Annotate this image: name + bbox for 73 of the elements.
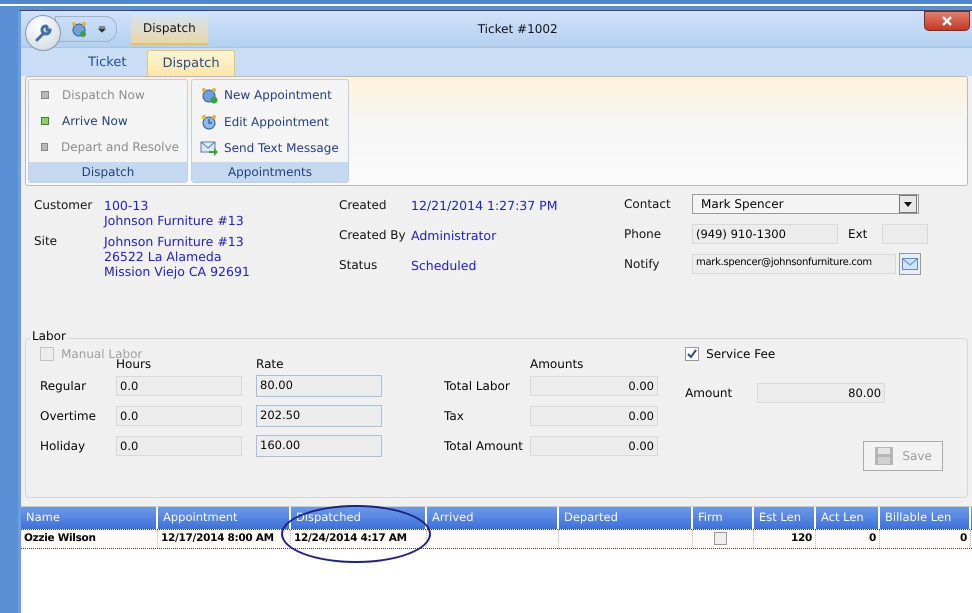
ribbon-tab[interactable]: Ticket xyxy=(73,49,142,76)
ribbon-button[interactable]: Send Text Message xyxy=(224,140,339,156)
field-label: Phone xyxy=(624,227,662,241)
table-cell: 120 xyxy=(754,530,816,548)
table-cell: 0 xyxy=(816,530,880,548)
total-field[interactable]: 0.00 xyxy=(530,436,658,456)
application-menu-button[interactable] xyxy=(25,15,61,51)
row-label: Regular xyxy=(40,379,88,393)
ext-field[interactable] xyxy=(882,224,928,244)
site-text: Johnson Furniture #13 xyxy=(104,234,245,249)
group-title: Labor xyxy=(30,329,68,343)
rate-field[interactable]: 160.00 xyxy=(256,435,382,457)
total-field[interactable]: 0.00 xyxy=(530,406,658,426)
rate-field[interactable]: 80.00 xyxy=(256,375,382,397)
column-label: Rate xyxy=(256,357,285,371)
phone-field[interactable]: (949) 910-1300 xyxy=(692,224,838,244)
status-text: Scheduled xyxy=(411,258,476,273)
table-cell: 0 xyxy=(880,530,971,548)
ribbon-tab[interactable]: Dispatch xyxy=(147,50,235,76)
amount-field[interactable]: 80.00 xyxy=(757,383,886,403)
ribbon-button[interactable]: Edit Appointment xyxy=(224,114,329,130)
row-label: Tax xyxy=(444,409,465,423)
envelope-arrow-icon xyxy=(200,140,218,156)
checkbox[interactable] xyxy=(714,532,727,545)
ribbon-button[interactable]: Arrive Now xyxy=(62,113,128,129)
field-label: Amount xyxy=(685,386,734,400)
field-label: Contact xyxy=(624,197,672,211)
table-cell: Ozzie Wilson xyxy=(21,530,158,548)
dropdown-icon[interactable] xyxy=(98,25,106,33)
checkbox-label: Service Fee xyxy=(706,347,776,361)
caret-icon xyxy=(904,202,912,206)
total-field[interactable]: 0.00 xyxy=(530,376,658,396)
notify-field[interactable]: mark.spencer@johnsonfurniture.com xyxy=(692,254,896,274)
group-label: Appointments xyxy=(192,162,348,182)
row-label: Total Amount xyxy=(444,439,524,453)
field-label: Customer xyxy=(34,198,94,212)
customer-text: 100-13 xyxy=(104,198,150,213)
checkbox[interactable] xyxy=(685,347,700,361)
contact-dropdown[interactable]: Mark Spencer xyxy=(692,194,919,214)
field-label: Site xyxy=(34,234,58,248)
alarm-clock-icon[interactable] xyxy=(70,20,88,38)
hours-field[interactable]: 0.0 xyxy=(116,406,242,426)
email-button[interactable] xyxy=(899,253,921,275)
column-label: Hours xyxy=(116,357,152,371)
row-label: Holiday xyxy=(40,439,86,453)
alarm-clock-icon xyxy=(200,86,218,104)
envelope-icon xyxy=(902,258,918,270)
customer-text: Johnson Furniture #13 xyxy=(104,213,244,228)
field-label: Ext xyxy=(848,227,868,241)
field-label: Created By xyxy=(339,228,407,242)
window-title: Ticket #1002 xyxy=(478,22,558,36)
row-label: Total Labor xyxy=(444,379,511,393)
row-label: Overtime xyxy=(40,409,97,423)
hours-field[interactable]: 0.0 xyxy=(116,376,242,396)
field-label: Created xyxy=(339,198,388,212)
created-date: 12/21/2014 1:27:37 PM xyxy=(411,198,558,213)
ribbon-button[interactable]: New Appointment xyxy=(224,87,332,104)
column-label: Amounts xyxy=(530,357,584,371)
hours-field[interactable]: 0.0 xyxy=(116,436,242,456)
table-cell: 12/24/2014 4:17 AM xyxy=(291,530,427,548)
close-icon xyxy=(942,16,952,26)
context-tab-title: Dispatch xyxy=(131,13,208,45)
field-label: Status xyxy=(339,258,378,272)
wrench-icon xyxy=(33,23,53,43)
site-text: Mission Viejo CA 92691 xyxy=(104,264,250,279)
created-by-text: Administrator xyxy=(411,228,496,243)
site-text: 26522 La Alameda xyxy=(104,249,222,264)
close-button[interactable] xyxy=(924,11,970,31)
group-label: Dispatch xyxy=(29,162,187,182)
rate-field[interactable]: 202.50 xyxy=(256,405,382,427)
field-label: Notify xyxy=(624,257,660,271)
alarm-clock-icon xyxy=(200,112,218,131)
table-cell: 12/17/2014 8:00 AM xyxy=(158,530,291,548)
